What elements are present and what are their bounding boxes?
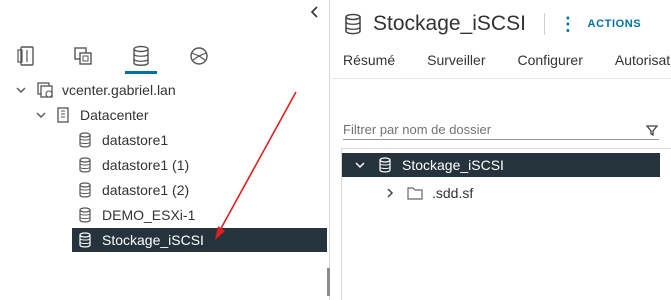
datastore-icon [345,13,361,35]
tree-item-datastore-selected[interactable]: Stockage_iSCSI [72,228,327,252]
folder-row[interactable]: .sdd.sf [382,181,473,205]
tree-item-label: datastore1 (1) [102,157,190,173]
tab-monitor[interactable]: Surveiller [427,52,485,68]
datastore-icon [76,181,94,199]
folder-label: .sdd.sf [432,185,474,201]
tree-item-label: datastore1 [102,132,169,148]
hosts-and-clusters-icon [17,46,34,66]
tab-permissions[interactable]: Autorisations [615,52,671,68]
vms-and-templates-icon [74,47,92,65]
datastore-icon [376,156,394,174]
tab-networking[interactable] [182,38,216,74]
tab-hosts-and-clusters[interactable] [10,38,44,74]
navigator-icon-tabs [0,38,330,74]
folder-row-root[interactable]: Stockage_iSCSI [342,153,660,177]
datacenter-icon [54,106,72,124]
header-divider [543,13,545,35]
actions-label: ACTIONS [587,18,642,30]
tab-vms-and-templates[interactable] [66,38,100,74]
tree-item-label: DEMO_ESXi-1 [102,207,196,223]
actions-menu-button[interactable]: ⋮ ACTIONS [559,15,641,33]
tree-item-datacenter[interactable]: Datacenter [34,103,148,127]
tab-summary[interactable]: Résumé [343,52,395,68]
tree-item-datastore[interactable]: datastore1 [76,128,168,152]
networking-icon [190,47,208,65]
tree-item-datastore[interactable]: datastore1 (1) [76,153,189,177]
tree-item-label: vcenter.gabriel.lan [62,82,176,98]
object-header: Stockage_iSCSI ⋮ ACTIONS [343,10,641,38]
kebab-icon: ⋮ [558,14,578,34]
tab-storage[interactable] [124,38,158,74]
datastore-icon [76,131,94,149]
tree-item-label: datastore1 (2) [102,182,190,198]
object-tabs: Résumé Surveiller Configurer Autorisatio… [343,52,671,68]
tree-item-datastore[interactable]: datastore1 (2) [76,178,189,202]
folder-filter-input[interactable] [343,122,633,137]
tree-item-datastore[interactable]: DEMO_ESXi-1 [76,203,195,227]
tab-configure[interactable]: Configurer [518,52,583,68]
datastore-icon [76,231,94,249]
datastore-icon [76,206,94,224]
chevron-down-icon[interactable] [14,83,28,97]
navigator-scrollbar[interactable] [327,268,330,296]
vcenter-icon [36,81,54,99]
chevron-down-icon[interactable] [352,157,368,173]
chevron-right-icon[interactable] [382,185,398,201]
filter-icon[interactable] [645,123,659,137]
folder-icon [406,184,424,202]
tabs-divider [331,78,671,79]
tree-item-label: Datacenter [80,107,149,123]
chevron-down-icon[interactable] [34,108,48,122]
content-panel: Stockage_iSCSI ⋮ ACTIONS Résumé Surveill… [331,0,671,300]
folder-label: Stockage_iSCSI [402,157,504,173]
folder-filter [343,120,659,140]
page-title: Stockage_iSCSI [373,12,526,35]
datastore-browser: Stockage_iSCSI .sdd.sf [341,148,671,300]
chevron-left-icon [310,6,318,18]
navigator-panel: vcenter.gabriel.lan Datacenter datastore… [0,0,330,300]
datastore-icon [76,156,94,174]
tree-item-vcenter[interactable]: vcenter.gabriel.lan [14,78,176,102]
collapse-navigator-button[interactable] [306,3,324,21]
tree-item-label: Stockage_iSCSI [102,232,204,248]
storage-icon [133,45,149,66]
